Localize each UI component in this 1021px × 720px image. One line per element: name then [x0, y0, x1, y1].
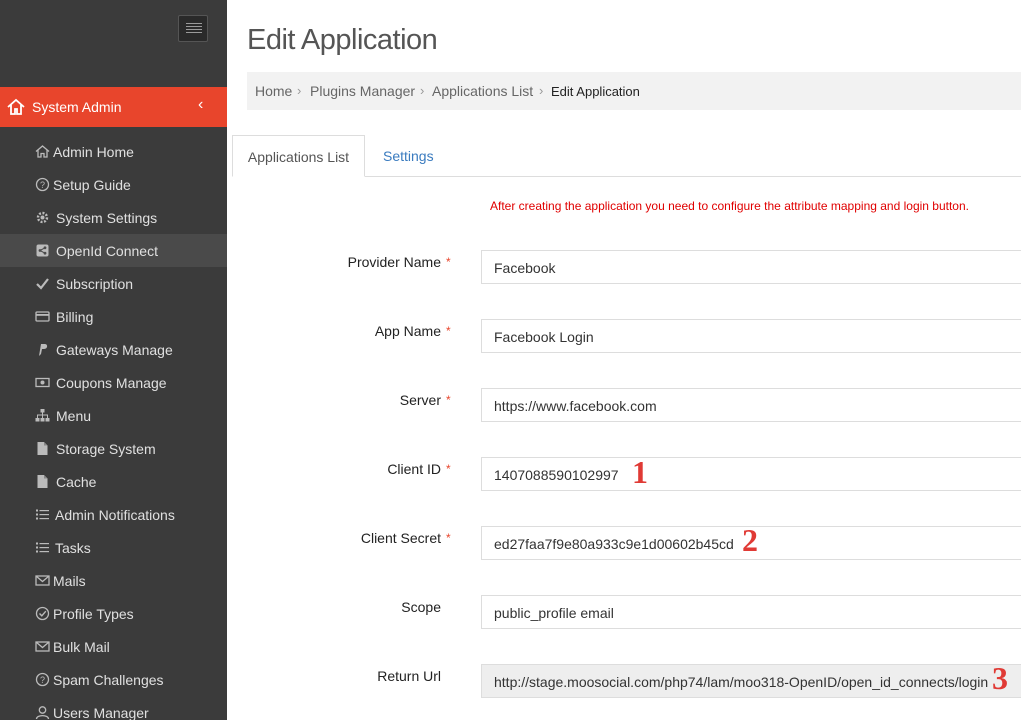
tab-applications-list[interactable]: Applications List	[232, 135, 365, 177]
sidebar-item-label: System Settings	[56, 210, 158, 226]
sitemap-icon	[35, 409, 50, 422]
app-name-label: App Name	[374, 323, 441, 339]
annotation-marker-3: 3	[992, 660, 1008, 696]
scope-label: Scope	[401, 599, 441, 615]
required-mark: *	[446, 462, 451, 476]
sidebar-item-openid-connect[interactable]: OpenId Connect	[0, 234, 227, 267]
server-label: Server	[399, 392, 441, 408]
sidebar-item-spam-challenges[interactable]: ? Spam Challenges	[0, 663, 227, 696]
breadcrumb-home[interactable]: Home	[255, 83, 292, 99]
check-circle-icon	[35, 606, 50, 621]
menu-toggle-button[interactable]	[178, 15, 208, 42]
sidebar-item-storage-system[interactable]: Storage System	[0, 432, 227, 465]
sidebar-item-label: Profile Types	[53, 606, 134, 622]
sidebar-item-coupons-manage[interactable]: Coupons Manage	[0, 366, 227, 399]
credit-card-icon	[35, 311, 50, 322]
provider-name-label: Provider Name	[347, 254, 441, 270]
app-name-input[interactable]: Facebook Login	[481, 319, 1021, 353]
gear-icon	[36, 211, 49, 224]
breadcrumb-plugins-manager[interactable]: Plugins Manager	[310, 83, 415, 99]
sidebar-item-label: Admin Home	[53, 144, 134, 160]
client-secret-label: Client Secret	[360, 530, 441, 546]
svg-text:?: ?	[40, 180, 45, 190]
sidebar-item-label: Menu	[56, 408, 92, 424]
file-icon	[37, 442, 48, 455]
sidebar-item-gateways-manage[interactable]: Gateways Manage	[0, 333, 227, 366]
server-input[interactable]: https://www.facebook.com	[481, 388, 1021, 422]
sidebar-section-system-admin[interactable]: System Admin ‹	[0, 87, 227, 127]
required-mark: *	[446, 324, 451, 338]
sidebar-item-cache[interactable]: Cache	[0, 465, 227, 498]
check-icon	[36, 278, 49, 290]
sidebar-item-label: Spam Challenges	[53, 672, 164, 688]
tab-settings[interactable]: Settings	[383, 135, 434, 177]
sidebar-item-bulk-mail[interactable]: Bulk Mail	[0, 630, 227, 663]
paypal-icon	[39, 344, 48, 356]
sidebar-item-label: Users Manager	[53, 705, 149, 720]
breadcrumb: Home › Plugins Manager › Applications Li…	[247, 72, 1021, 110]
sidebar-item-label: Storage System	[56, 441, 156, 457]
sidebar-item-label: Coupons Manage	[56, 375, 167, 391]
home-outline-icon	[35, 145, 50, 158]
money-icon	[35, 377, 50, 388]
sidebar-item-label: Mails	[53, 573, 86, 589]
sidebar-item-billing[interactable]: Billing	[0, 300, 227, 333]
file-icon	[37, 475, 48, 488]
provider-name-input[interactable]: Facebook	[481, 250, 1021, 284]
share-square-icon	[36, 244, 49, 257]
sidebar-item-label: Subscription	[56, 276, 134, 292]
question-circle-icon: ?	[35, 672, 50, 687]
sidebar-item-subscription[interactable]: Subscription	[0, 267, 227, 300]
required-mark: *	[446, 255, 451, 269]
breadcrumb-separator-icon: ›	[539, 83, 544, 98]
sidebar-item-users-manager[interactable]: Users Manager	[0, 696, 227, 720]
sidebar-item-menu[interactable]: Menu	[0, 399, 227, 432]
tab-bar: Applications List Settings	[232, 135, 1021, 177]
sidebar-item-label: Tasks	[55, 540, 91, 556]
client-id-label: Client ID	[387, 461, 441, 477]
sidebar-item-admin-notifications[interactable]: Admin Notifications	[0, 498, 227, 531]
annotation-marker-2: 2	[742, 522, 758, 558]
sidebar-item-admin-home[interactable]: Admin Home	[0, 135, 227, 168]
list-icon	[36, 542, 49, 553]
breadcrumb-separator-icon: ›	[420, 83, 425, 98]
user-icon	[35, 706, 50, 720]
envelope-icon	[35, 575, 50, 586]
sidebar-item-label: Admin Notifications	[55, 507, 175, 523]
sidebar-item-mails[interactable]: Mails	[0, 564, 227, 597]
return-url-label: Return Url	[377, 668, 441, 684]
collapse-chevron-icon[interactable]: ‹	[198, 96, 203, 114]
scope-input[interactable]: public_profile email	[481, 595, 1021, 629]
sidebar-item-label: Setup Guide	[53, 177, 131, 193]
list-icon	[36, 509, 49, 520]
required-mark: *	[446, 393, 451, 407]
home-icon	[7, 98, 25, 115]
page-title: Edit Application	[247, 24, 438, 56]
sidebar-section-title: System Admin	[32, 99, 122, 115]
sidebar-item-label: OpenId Connect	[56, 243, 158, 259]
client-id-input[interactable]: 1407088590102997	[481, 457, 1021, 491]
sidebar-item-label: Bulk Mail	[53, 639, 110, 655]
question-circle-icon: ?	[35, 177, 50, 192]
sidebar-item-tasks[interactable]: Tasks	[0, 531, 227, 564]
configuration-notice: After creating the application you need …	[490, 199, 969, 213]
annotation-marker-1: 1	[632, 454, 648, 490]
sidebar-item-label: Gateways Manage	[56, 342, 173, 358]
sidebar-item-label: Billing	[56, 309, 94, 325]
sidebar-item-setup-guide[interactable]: ? Setup Guide	[0, 168, 227, 201]
sidebar-item-profile-types[interactable]: Profile Types	[0, 597, 227, 630]
sidebar-item-system-settings[interactable]: System Settings	[0, 201, 227, 234]
breadcrumb-applications-list[interactable]: Applications List	[432, 83, 533, 99]
envelope-icon	[35, 641, 50, 652]
breadcrumb-separator-icon: ›	[297, 83, 302, 98]
return-url-input[interactable]: http://stage.moosocial.com/php74/lam/moo…	[481, 664, 1021, 698]
breadcrumb-current: Edit Application	[551, 84, 640, 99]
required-mark: *	[446, 531, 451, 545]
sidebar: System Admin ‹ Admin Home ? Setup Guide …	[0, 0, 227, 720]
svg-text:?: ?	[40, 675, 45, 685]
sidebar-item-label: Cache	[56, 474, 97, 490]
